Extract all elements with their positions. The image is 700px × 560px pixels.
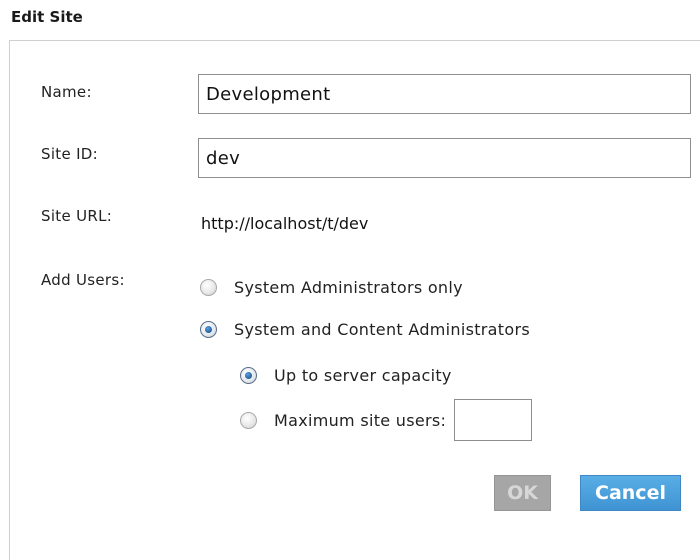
max-users-input[interactable] bbox=[454, 399, 533, 441]
radio-option-system-admins-only[interactable]: System Administrators only bbox=[200, 278, 463, 297]
cancel-button[interactable]: Cancel bbox=[580, 475, 681, 511]
radio-checked-icon[interactable] bbox=[200, 321, 217, 338]
add-users-label: Add Users: bbox=[41, 271, 125, 289]
radio-checked-icon[interactable] bbox=[240, 367, 257, 384]
site-url-value: http://localhost/t/dev bbox=[201, 214, 369, 233]
site-url-label: Site URL: bbox=[41, 207, 113, 225]
ok-button[interactable]: OK bbox=[494, 475, 551, 511]
radio-label: Maximum site users: bbox=[274, 410, 447, 430]
radio-option-up-to-server-capacity[interactable]: Up to server capacity bbox=[240, 366, 452, 385]
radio-unchecked-icon[interactable] bbox=[200, 279, 217, 296]
name-label: Name: bbox=[41, 83, 92, 101]
site-id-input[interactable] bbox=[198, 138, 691, 178]
radio-label: Up to server capacity bbox=[274, 366, 452, 385]
site-id-label: Site ID: bbox=[41, 145, 98, 163]
radio-label: System and Content Administrators bbox=[234, 320, 530, 339]
radio-option-maximum-site-users[interactable]: Maximum site users: bbox=[240, 399, 533, 441]
name-input[interactable] bbox=[198, 74, 691, 114]
dialog-title: Edit Site bbox=[11, 8, 83, 26]
radio-label: System Administrators only bbox=[234, 278, 463, 297]
radio-option-system-and-content-admins[interactable]: System and Content Administrators bbox=[200, 320, 530, 339]
radio-unchecked-icon[interactable] bbox=[240, 411, 257, 429]
